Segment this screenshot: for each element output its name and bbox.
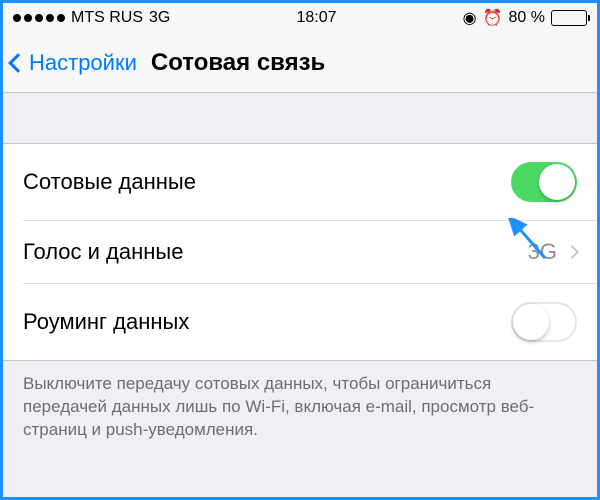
battery-percent: 80 % bbox=[509, 9, 545, 27]
data-roaming-label: Роуминг данных bbox=[23, 309, 189, 335]
data-roaming-row[interactable]: Роуминг данных bbox=[23, 283, 597, 360]
chevron-left-icon bbox=[8, 53, 28, 73]
cellular-data-toggle[interactable] bbox=[511, 162, 577, 202]
cellular-data-row[interactable]: Сотовые данные bbox=[3, 144, 597, 220]
status-bar: MTS RUS 3G 18:07 ◉ ⏰ 80 % bbox=[3, 3, 597, 33]
settings-list: Сотовые данные Голос и данные 3G Роуминг… bbox=[3, 143, 597, 361]
page-title: Сотовая связь bbox=[151, 49, 325, 77]
chevron-right-icon bbox=[565, 245, 579, 259]
signal-strength-icon bbox=[13, 14, 65, 22]
voice-and-data-row[interactable]: Голос и данные 3G bbox=[23, 220, 597, 283]
back-button[interactable]: Настройки bbox=[11, 50, 137, 76]
cellular-data-label: Сотовые данные bbox=[23, 169, 196, 195]
carrier-label: MTS RUS bbox=[71, 9, 143, 27]
network-type-label: 3G bbox=[149, 9, 170, 27]
battery-icon bbox=[551, 10, 587, 26]
voice-and-data-label: Голос и данные bbox=[23, 239, 183, 265]
back-button-label: Настройки bbox=[29, 50, 137, 76]
clock: 18:07 bbox=[296, 9, 336, 27]
nav-bar: Настройки Сотовая связь bbox=[3, 33, 597, 93]
status-right: ◉ ⏰ 80 % bbox=[463, 8, 587, 28]
data-roaming-toggle[interactable] bbox=[511, 302, 577, 342]
location-icon: ◉ bbox=[463, 8, 477, 28]
alarm-icon: ⏰ bbox=[483, 8, 503, 28]
content-area: Сотовые данные Голос и данные 3G Роуминг… bbox=[3, 93, 597, 497]
status-left: MTS RUS 3G bbox=[13, 9, 170, 27]
voice-and-data-value: 3G bbox=[528, 239, 557, 265]
section-footer-text: Выключите передачу сотовых данных, чтобы… bbox=[3, 361, 597, 454]
section-spacer bbox=[3, 93, 597, 143]
